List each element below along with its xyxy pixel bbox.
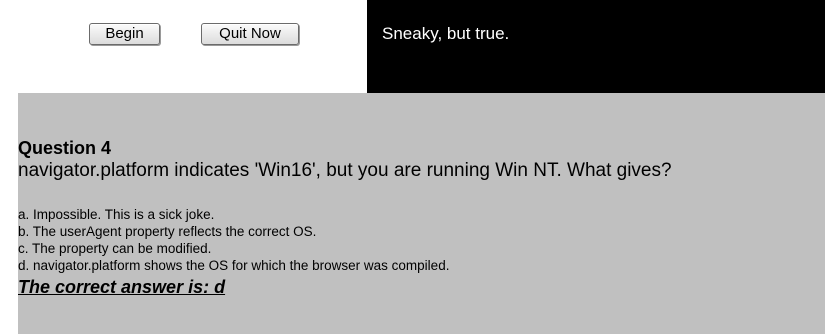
- quit-now-button[interactable]: Quit Now: [201, 23, 299, 45]
- feedback-text: Sneaky, but true.: [382, 24, 510, 43]
- option-d: d. navigator.platform shows the OS for w…: [18, 258, 450, 273]
- question-number: Question 4: [18, 138, 112, 158]
- correct-answer: The correct answer is: d: [18, 277, 226, 297]
- begin-button[interactable]: Begin: [89, 23, 160, 45]
- question-panel: Question 4 navigator.platform indicates …: [18, 93, 825, 334]
- option-a: a. Impossible. This is a sick joke.: [18, 207, 215, 222]
- question-text: navigator.platform indicates 'Win16', bu…: [18, 160, 672, 181]
- option-c: c. The property can be modified.: [18, 241, 212, 256]
- feedback-panel: Sneaky, but true.: [367, 0, 825, 93]
- quiz-toolbar: Begin Quit Now Sneaky, but true.: [0, 0, 825, 93]
- answer-options: a. Impossible. This is a sick joke. b. T…: [18, 206, 449, 274]
- option-b: b. The userAgent property reflects the c…: [18, 224, 317, 239]
